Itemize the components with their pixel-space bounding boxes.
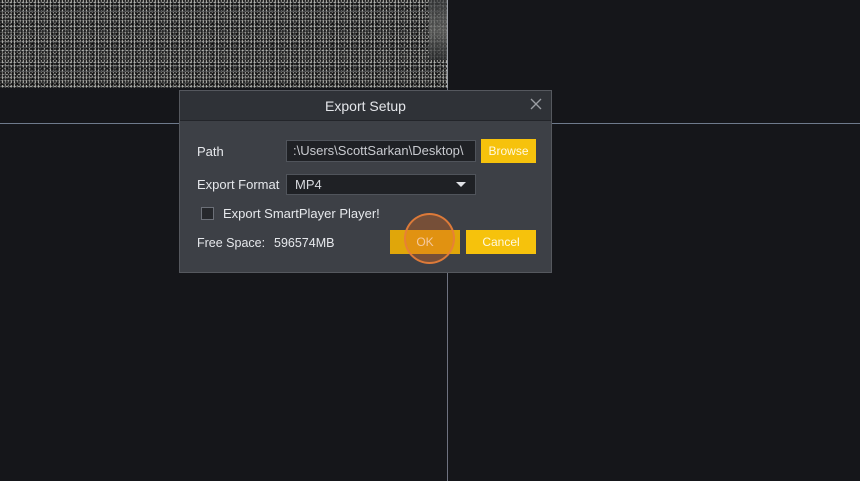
- path-label: Path: [197, 144, 224, 159]
- preview-detail: [429, 0, 447, 60]
- video-preview-thumbnail: [0, 0, 448, 88]
- free-space-value: 596574MB: [274, 236, 335, 250]
- browse-button[interactable]: Browse: [481, 139, 536, 163]
- cancel-button[interactable]: Cancel: [466, 230, 536, 254]
- dialog-titlebar: Export Setup: [180, 91, 551, 121]
- ok-button[interactable]: OK: [390, 230, 460, 254]
- chevron-down-icon: [456, 182, 466, 187]
- export-format-select[interactable]: MP4: [286, 174, 476, 195]
- export-format-label: Export Format: [197, 177, 280, 192]
- export-format-value: MP4: [295, 177, 322, 192]
- dialog-title: Export Setup: [325, 98, 406, 114]
- close-icon[interactable]: [529, 97, 543, 111]
- export-smartplayer-label[interactable]: Export SmartPlayer Player!: [223, 206, 380, 221]
- path-field[interactable]: :\Users\ScottSarkan\Desktop\: [286, 140, 476, 162]
- export-setup-dialog: Export Setup Path :\Users\ScottSarkan\De…: [179, 90, 552, 273]
- export-smartplayer-checkbox[interactable]: [201, 207, 214, 220]
- free-space-label: Free Space:: [197, 236, 266, 250]
